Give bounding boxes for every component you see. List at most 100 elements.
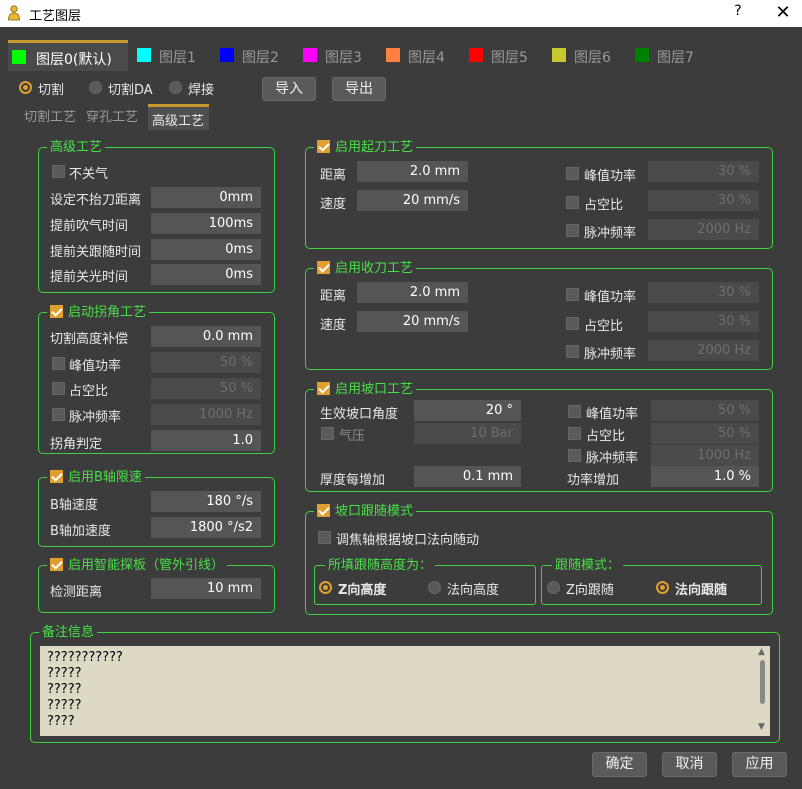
corner-peak-power-input[interactable]: 50 % — [151, 352, 261, 373]
mode-cut-radio[interactable]: 切割 — [19, 79, 79, 98]
bevel-gas-checkbox[interactable] — [321, 427, 334, 440]
no-gas-off-checkbox[interactable] — [52, 165, 65, 178]
normal-height-radio[interactable]: 法向高度 — [428, 579, 513, 598]
corner-pulse-freq-input[interactable]: 1000 Hz — [151, 404, 261, 425]
tab-layer-3[interactable]: 图层3 — [303, 43, 373, 69]
start-duty-checkbox[interactable] — [566, 196, 579, 209]
notes-line: ????? — [47, 666, 82, 681]
baxis-accel-input[interactable]: 1800 °/s2 — [151, 517, 261, 538]
bevel-enable-checkbox[interactable] — [317, 382, 330, 395]
z-follow-radio[interactable]: Z向跟随 — [547, 579, 632, 598]
pre-follow-off-input[interactable]: 0ms — [151, 239, 261, 260]
bevel-peak-power-checkbox[interactable] — [568, 405, 581, 418]
notes-line: ??????????? — [47, 650, 123, 665]
height-comp-input[interactable]: 0.0 mm — [151, 326, 261, 347]
ok-button[interactable]: 确定 — [592, 752, 647, 777]
corner-enable-checkbox[interactable] — [50, 305, 63, 318]
group-title-text: 启用坡口工艺 — [335, 382, 414, 397]
bevel-thickness-label: 厚度每增加 — [320, 473, 386, 488]
bevel-pulse-freq-checkbox[interactable] — [568, 449, 581, 462]
bevel-peak-power-input[interactable]: 50 % — [651, 400, 759, 421]
tab-label: 图层2 — [242, 50, 279, 66]
pre-light-off-input[interactable]: 0ms — [151, 264, 261, 285]
tab-layer-1[interactable]: 图层1 — [137, 43, 207, 69]
notes-textarea[interactable]: ??????????? ????? ????? ????? ???? ▲ ▼ — [40, 646, 770, 736]
app-icon — [8, 5, 20, 21]
notes-scrollbar[interactable]: ▲ ▼ — [756, 646, 770, 736]
corner-pulse-freq-checkbox[interactable] — [52, 408, 65, 421]
baxis-speed-input[interactable]: 180 °/s — [151, 491, 261, 512]
end-pulse-freq-checkbox[interactable] — [566, 345, 579, 358]
import-button[interactable]: 导入 — [262, 77, 316, 101]
bevel-duty-input[interactable]: 50 % — [651, 423, 759, 444]
export-button[interactable]: 导出 — [332, 77, 386, 101]
end-speed-label: 速度 — [320, 318, 347, 333]
tab-layer-0[interactable]: 图层0(默认) — [8, 40, 128, 71]
tab-advanced-process[interactable]: 高级工艺 — [148, 104, 209, 130]
start-peak-power-checkbox[interactable] — [566, 167, 579, 180]
mode-cut-da-radio[interactable]: 切割DA — [89, 79, 164, 98]
tab-layer-4[interactable]: 图层4 — [386, 43, 456, 69]
end-pulse-freq-input[interactable]: 2000 Hz — [648, 340, 759, 361]
bevel-power-inc-input[interactable]: 1.0 % — [651, 466, 759, 487]
baxis-enable-checkbox[interactable] — [50, 470, 63, 483]
start-duty-input[interactable]: 30 % — [648, 190, 759, 211]
end-speed-input[interactable]: 20 mm/s — [357, 311, 468, 332]
group-title-text: 跟随模式： — [555, 558, 621, 573]
radio-dot — [428, 581, 441, 594]
end-duty-input[interactable]: 30 % — [648, 311, 759, 332]
scroll-down-icon[interactable]: ▼ — [758, 722, 765, 732]
bevel-duty-checkbox[interactable] — [568, 427, 581, 440]
end-dist-input[interactable]: 2.0 mm — [357, 282, 468, 303]
scroll-up-icon[interactable]: ▲ — [758, 647, 765, 657]
tab-cut-process[interactable]: 切割工艺 — [24, 106, 76, 130]
probe-group-title: 启用智能探板（管外引线） — [47, 557, 228, 574]
pre-light-off-label: 提前关光时间 — [50, 270, 129, 285]
start-speed-input[interactable]: 20 mm/s — [357, 190, 468, 211]
help-button[interactable]: ? — [728, 3, 748, 23]
group-title-text: 启动拐角工艺 — [68, 305, 147, 320]
mode-weld-radio[interactable]: 焊接 — [169, 79, 229, 98]
start-pulse-freq-input[interactable]: 2000 Hz — [648, 219, 759, 240]
pre-blow-input[interactable]: 100ms — [151, 213, 261, 234]
end-peak-power-checkbox[interactable] — [566, 288, 579, 301]
corner-duty-checkbox[interactable] — [52, 382, 65, 395]
start-pulse-freq-checkbox[interactable] — [566, 224, 579, 237]
start-peak-power-input[interactable]: 30 % — [648, 161, 759, 182]
corner-peak-power-checkbox[interactable] — [52, 357, 65, 370]
tab-layer-5[interactable]: 图层5 — [469, 43, 539, 69]
group-title-text: 启用起刀工艺 — [335, 140, 414, 155]
probe-enable-checkbox[interactable] — [50, 558, 63, 571]
layer-color-swatch — [469, 48, 483, 62]
start-dist-input[interactable]: 2.0 mm — [357, 161, 468, 182]
z-follow-label: Z向跟随 — [566, 583, 614, 598]
layer-color-swatch — [303, 48, 317, 62]
focus-follow-checkbox[interactable] — [318, 531, 331, 544]
tab-layer-7[interactable]: 图层7 — [635, 43, 705, 69]
window-title: 工艺图层 — [29, 9, 82, 24]
z-height-radio[interactable]: Z向高度 — [319, 579, 404, 598]
layer-color-swatch — [635, 48, 649, 62]
corner-judge-input[interactable]: 1.0 — [151, 430, 261, 451]
close-button[interactable]: ✕ — [772, 2, 794, 24]
start-cut-enable-checkbox[interactable] — [317, 140, 330, 153]
bevel-angle-input[interactable]: 20 ° — [414, 400, 521, 421]
tab-layer-6[interactable]: 图层6 — [552, 43, 622, 69]
corner-duty-input[interactable]: 50 % — [151, 378, 261, 399]
bevel-follow-enable-checkbox[interactable] — [317, 504, 330, 517]
normal-follow-radio[interactable]: 法向跟随 — [656, 579, 746, 598]
end-peak-power-input[interactable]: 30 % — [648, 282, 759, 303]
start-dist-label: 距离 — [320, 168, 347, 183]
probe-dist-input[interactable]: 10 mm — [151, 578, 261, 599]
end-duty-checkbox[interactable] — [566, 317, 579, 330]
scroll-thumb[interactable] — [760, 660, 765, 704]
bevel-pulse-freq-input[interactable]: 1000 Hz — [651, 445, 759, 466]
bevel-gas-input[interactable]: 10 Bar — [414, 423, 521, 444]
end-cut-enable-checkbox[interactable] — [317, 261, 330, 274]
apply-button[interactable]: 应用 — [732, 752, 787, 777]
no-lift-dist-input[interactable]: 0mm — [151, 187, 261, 208]
cancel-button[interactable]: 取消 — [662, 752, 717, 777]
tab-layer-2[interactable]: 图层2 — [220, 43, 290, 69]
bevel-thickness-input[interactable]: 0.1 mm — [414, 466, 521, 487]
tab-pierce-process[interactable]: 穿孔工艺 — [86, 106, 138, 130]
